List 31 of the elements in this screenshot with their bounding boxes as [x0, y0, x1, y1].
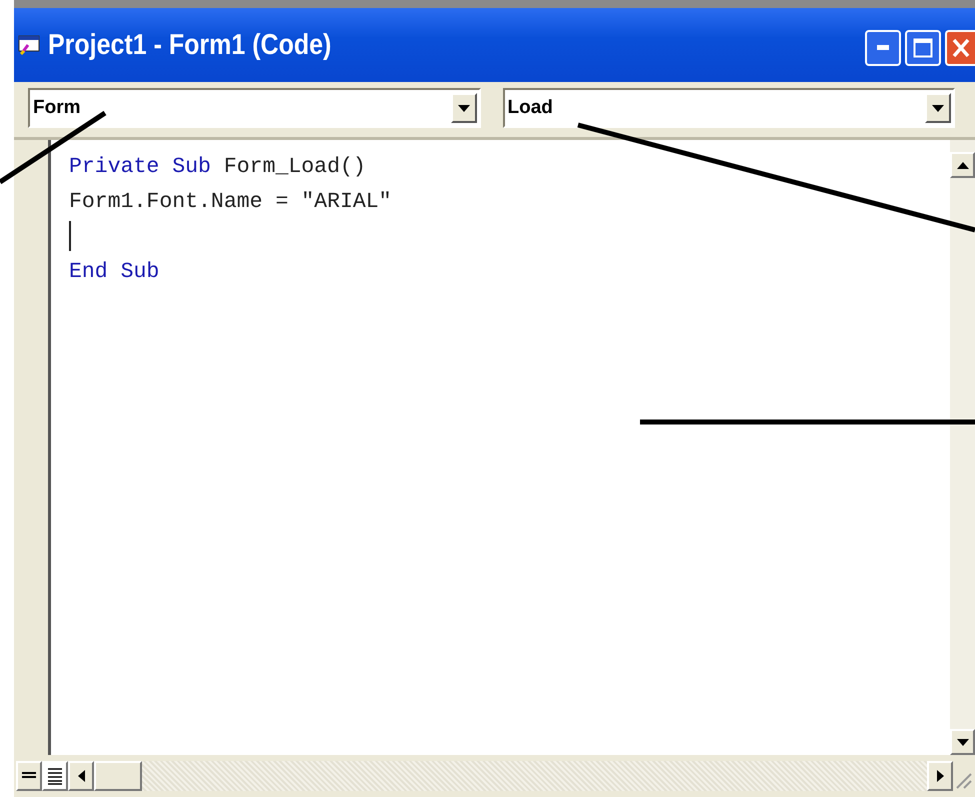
horizontal-scrollbar[interactable] [68, 761, 953, 791]
left-arrow-icon [78, 770, 84, 782]
close-icon [951, 37, 971, 59]
window-title: Project1 - Form1 (Code) [48, 28, 332, 62]
procedure-dropdown[interactable]: Load [502, 88, 955, 128]
minimize-button[interactable] [865, 30, 901, 66]
close-button[interactable] [945, 30, 975, 66]
dropdown-arrow-icon [932, 104, 944, 112]
dropdown-arrow-icon [458, 104, 470, 112]
scroll-thumb[interactable] [94, 761, 142, 791]
full-module-view-icon [47, 767, 63, 785]
maximize-button[interactable] [905, 30, 941, 66]
scroll-left-button[interactable] [68, 761, 94, 791]
maximize-icon [913, 38, 933, 58]
scroll-down-button[interactable] [950, 729, 975, 755]
resize-grip-icon [956, 773, 972, 789]
code-line: Private Sub Form_Load() [69, 154, 366, 181]
code-editor[interactable]: Private Sub Form_Load() Form1.Font.Name = "ARIAL" End Sub [51, 140, 950, 755]
minimize-icon [877, 45, 889, 51]
up-arrow-icon [956, 162, 968, 168]
scroll-right-button[interactable] [927, 761, 953, 791]
object-dropdown[interactable]: Form [28, 88, 480, 128]
procedure-view-button[interactable] [16, 761, 42, 791]
full-module-view-button[interactable] [42, 761, 68, 791]
code-line: End Sub [69, 259, 160, 286]
down-arrow-icon [956, 738, 968, 746]
right-arrow-icon [936, 770, 944, 782]
vertical-scrollbar[interactable] [950, 140, 975, 755]
form-icon [18, 35, 40, 55]
scroll-up-button[interactable] [950, 152, 975, 178]
code-line: Form1.Font.Name = "ARIAL" [69, 189, 392, 216]
